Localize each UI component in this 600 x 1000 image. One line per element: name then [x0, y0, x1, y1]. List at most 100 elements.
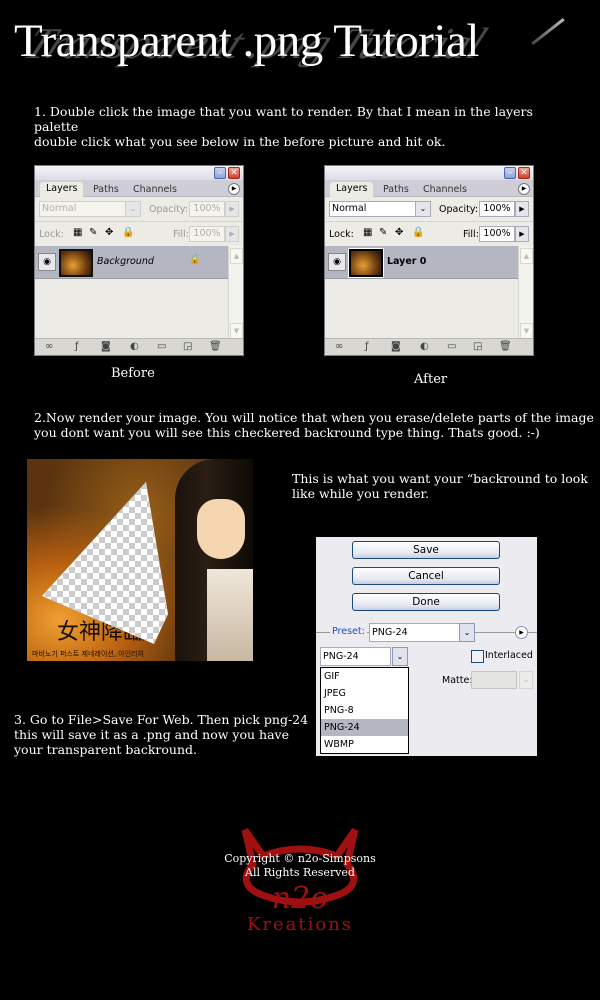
chevron-down-icon[interactable]: ⌄ [459, 623, 475, 642]
new-layer-icon[interactable]: ◲ [183, 341, 192, 353]
fill-label: Fill: [173, 229, 189, 240]
layer-thumbnail [348, 248, 384, 278]
scrollbar[interactable]: ▲ ▼ [228, 246, 243, 341]
save-button[interactable]: Save [352, 541, 500, 559]
preset-select[interactable]: PNG-24 [369, 623, 460, 642]
blend-row: Normal ⌄ Opacity: 100% ▶ [35, 197, 243, 222]
before-caption: Before [111, 366, 155, 381]
fill-arrow-icon[interactable]: ▶ [515, 226, 529, 242]
lock-brush-icon[interactable]: ✎ [89, 227, 97, 239]
palette-menu-icon[interactable]: ▶ [518, 183, 530, 195]
save-for-web-panel: Save Cancel Done Preset: PNG-24 ⌄ ▶ PNG-… [316, 537, 537, 756]
new-layer-icon[interactable]: ◲ [473, 341, 482, 353]
step2-text: 2.Now render your image. You will notice… [34, 410, 594, 440]
chevron-down-icon[interactable]: ⌄ [125, 201, 141, 217]
interlaced-checkbox[interactable] [471, 650, 484, 663]
eye-icon[interactable]: ◉ [38, 253, 56, 271]
lock-row: Lock: ▦ ✎ ✥ 🔒 Fill: 100% ▶ [35, 222, 243, 247]
optimize-menu-icon[interactable]: ▶ [515, 626, 528, 639]
new-group-icon[interactable]: ▭ [157, 341, 166, 353]
lock-all-icon[interactable]: 🔒 [122, 227, 134, 239]
palette-tabs: Layers Paths Channels ▶ [35, 180, 243, 197]
palette-titlebar[interactable]: – ✕ [35, 166, 243, 180]
layer-name[interactable]: Background [97, 256, 154, 267]
close-button[interactable]: ✕ [228, 167, 240, 179]
tab-layers[interactable]: Layers [40, 182, 84, 197]
fill-arrow-icon[interactable]: ▶ [225, 226, 239, 242]
scroll-down-icon[interactable]: ▼ [520, 323, 533, 339]
tab-channels[interactable]: Channels [127, 183, 183, 196]
scroll-up-icon[interactable]: ▲ [520, 248, 533, 264]
format-option-png24[interactable]: PNG-24 [321, 719, 408, 736]
format-option-jpeg[interactable]: JPEG [321, 685, 408, 702]
format-select[interactable]: PNG-24 [320, 647, 391, 666]
fill-field[interactable]: 100% [189, 226, 225, 242]
chevron-down-icon[interactable]: ⌄ [415, 201, 431, 217]
format-option-wbmp[interactable]: WBMP [321, 736, 408, 753]
opacity-field[interactable]: 100% [189, 201, 225, 217]
blend-mode-select[interactable]: Normal [39, 201, 127, 217]
interlaced-label: Interlaced [485, 650, 533, 661]
close-button[interactable]: ✕ [518, 167, 530, 179]
render-note-line2: like while you render. [292, 486, 430, 501]
lock-all-icon[interactable]: 🔒 [412, 227, 424, 239]
scroll-up-icon[interactable]: ▲ [230, 248, 243, 264]
lock-brush-icon[interactable]: ✎ [379, 227, 387, 239]
chevron-down-icon[interactable]: ⌄ [519, 671, 533, 689]
adjustment-layer-icon[interactable]: ◐ [420, 341, 429, 353]
step3-line1: 3. Go to File>Save For Web. Then pick pn… [14, 712, 309, 727]
matte-select[interactable] [471, 671, 517, 689]
opacity-arrow-icon[interactable]: ▶ [225, 201, 239, 217]
opacity-arrow-icon[interactable]: ▶ [515, 201, 529, 217]
step1-line1: 1. Double click the image that you want … [34, 104, 533, 134]
copyright-line2: All Rights Reserved [245, 866, 355, 879]
format-option-png8[interactable]: PNG-8 [321, 702, 408, 719]
fill-field[interactable]: 100% [479, 226, 515, 242]
link-icon[interactable]: ∞ [335, 341, 343, 353]
tab-layers[interactable]: Layers [330, 182, 374, 197]
layer-mask-icon[interactable]: ◙ [391, 341, 401, 353]
layer-name[interactable]: Layer 0 [387, 256, 426, 267]
opacity-field[interactable]: 100% [479, 201, 515, 217]
link-icon[interactable]: ∞ [45, 341, 53, 353]
done-button[interactable]: Done [352, 593, 500, 611]
tab-paths[interactable]: Paths [377, 183, 415, 196]
step1-text: 1. Double click the image that you want … [34, 104, 574, 149]
scrollbar[interactable]: ▲ ▼ [518, 246, 533, 341]
fill-label: Fill: [463, 229, 479, 240]
palette-titlebar[interactable]: – ✕ [325, 166, 533, 180]
lock-transparency-icon[interactable]: ▦ [363, 227, 372, 239]
adjustment-layer-icon[interactable]: ◐ [130, 341, 139, 353]
lock-move-icon[interactable]: ✥ [105, 227, 113, 239]
tab-paths[interactable]: Paths [87, 183, 125, 196]
minimize-button[interactable]: – [214, 167, 226, 179]
layer-style-icon[interactable]: ƒ [75, 341, 79, 353]
blend-mode-select[interactable]: Normal [329, 201, 417, 217]
layer-style-icon[interactable]: ƒ [365, 341, 369, 353]
layer-mask-icon[interactable]: ◙ [101, 341, 111, 353]
n2o-kreations-logo: n2o Kreations [241, 828, 359, 935]
layer-row-layer0[interactable]: ◉ Layer 0 [325, 246, 521, 279]
layer-row-background[interactable]: ◉ Background 🔒 [35, 246, 231, 279]
lock-move-icon[interactable]: ✥ [395, 227, 403, 239]
step2-line2: you dont want you will see this checkere… [34, 425, 540, 440]
eye-icon[interactable]: ◉ [328, 253, 346, 271]
trash-icon[interactable]: 🗑 [499, 341, 512, 353]
palette-menu-icon[interactable]: ▶ [228, 183, 240, 195]
logo-n2o-text: n2o [272, 881, 328, 916]
lock-label: Lock: [39, 229, 64, 240]
chevron-down-icon[interactable]: ⌄ [392, 647, 408, 666]
tab-channels[interactable]: Channels [417, 183, 473, 196]
scroll-down-icon[interactable]: ▼ [230, 323, 243, 339]
new-group-icon[interactable]: ▭ [447, 341, 456, 353]
minimize-button[interactable]: – [504, 167, 516, 179]
cancel-button[interactable]: Cancel [352, 567, 500, 585]
lock-transparency-icon[interactable]: ▦ [73, 227, 82, 239]
trash-icon[interactable]: 🗑 [209, 341, 222, 353]
copyright-line1: Copyright © n2o-Simpsons [224, 852, 376, 865]
format-option-gif[interactable]: GIF [321, 668, 408, 685]
render-example-image: 女神降臨 마비노기 퍼스트 제네레이션, 아인리히 [27, 459, 253, 661]
layers-palette-before: – ✕ Layers Paths Channels ▶ Normal ⌄ Opa… [34, 165, 244, 356]
format-dropdown-list: GIF JPEG PNG-8 PNG-24 WBMP [320, 667, 409, 754]
blend-row: Normal ⌄ Opacity: 100% ▶ [325, 197, 533, 222]
